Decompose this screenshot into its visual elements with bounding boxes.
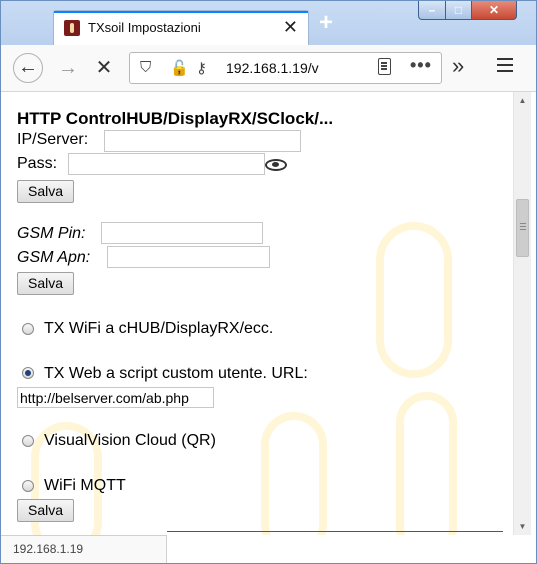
scroll-up-arrow-icon[interactable]: ▲	[514, 92, 531, 109]
ip-server-label: IP/Server:	[17, 131, 89, 148]
watermark-thermometer-icon	[376, 222, 452, 378]
radio-wifi-mqtt[interactable]	[22, 480, 34, 492]
option-label: TX WiFi a cHUB/DisplayRX/ecc.	[44, 320, 274, 337]
url-text[interactable]: 192.168.1.19/v	[226, 60, 319, 76]
page-actions-icon[interactable]: •••	[410, 55, 432, 76]
url-bar[interactable]: ⛉ 🔓 ⚷ 192.168.1.19/v •••	[129, 52, 442, 84]
key-icon[interactable]: ⚷	[196, 59, 207, 77]
radio-wifi-chub[interactable]	[22, 323, 34, 335]
navigation-toolbar: ← → ✕ ⛉ 🔓 ⚷ 192.168.1.19/v ••• »	[1, 45, 536, 92]
page-divider	[167, 531, 503, 532]
gsm-apn-label: GSM Apn:	[17, 249, 91, 266]
tab-close-icon[interactable]: ✕	[283, 17, 298, 37]
reader-view-icon[interactable]	[378, 58, 391, 75]
save-mode-button[interactable]: Salva	[17, 499, 75, 522]
close-window-button[interactable]: ✕	[471, 1, 517, 20]
pass-label: Pass:	[17, 155, 58, 172]
maximize-icon: □	[454, 3, 463, 17]
minimize-icon: –	[428, 3, 436, 17]
close-icon: ✕	[488, 3, 500, 17]
http-section-heading: HTTP ControlHUB/DisplayRX/SClock/...	[17, 109, 334, 128]
page-content: HTTP ControlHUB/DisplayRX/SClock/... IP/…	[1, 92, 513, 535]
back-button[interactable]: ←	[13, 53, 43, 83]
browser-window: TXsoil Impostazioni ✕ + – □ ✕ ← → ✕ ⛉ 🔓 …	[0, 0, 537, 564]
ip-server-input[interactable]	[104, 130, 301, 152]
maximize-button[interactable]: □	[445, 1, 472, 20]
watermark-thermometer-icon	[396, 392, 457, 535]
gsm-pin-label: GSM Pin:	[17, 225, 86, 242]
password-input[interactable]	[68, 153, 265, 175]
option-label: WiFi MQTT	[44, 477, 126, 494]
save-http-button[interactable]: Salva	[17, 180, 75, 203]
scrollbar-thumb[interactable]	[516, 199, 529, 257]
shield-icon[interactable]: ⛉	[140, 59, 151, 76]
gsm-pin-input[interactable]	[101, 222, 263, 244]
tab-accent-line	[54, 11, 308, 13]
insecure-lock-icon[interactable]: 🔓	[170, 59, 189, 77]
scroll-down-arrow-icon[interactable]: ▼	[514, 518, 531, 535]
thermometer-favicon-icon	[64, 20, 80, 36]
custom-url-input[interactable]	[17, 387, 214, 408]
save-gsm-button[interactable]: Salva	[17, 272, 75, 295]
gsm-apn-input[interactable]	[107, 246, 270, 268]
show-password-eye-icon[interactable]	[265, 159, 287, 171]
tab-active[interactable]: TXsoil Impostazioni ✕	[53, 10, 309, 45]
option-label: TX Web a script custom utente. URL:	[44, 365, 308, 382]
stop-loading-button[interactable]: ✕	[89, 53, 119, 83]
minimize-button[interactable]: –	[418, 1, 446, 20]
tab-title: TXsoil Impostazioni	[88, 20, 201, 35]
status-url: 192.168.1.19	[13, 542, 84, 556]
window-controls: – □ ✕	[418, 1, 530, 21]
radio-visualvision-cloud[interactable]	[22, 435, 34, 447]
status-bar: 192.168.1.19	[1, 535, 167, 563]
overflow-chevron-icon[interactable]: »	[452, 53, 464, 79]
radio-web-custom[interactable]	[22, 367, 34, 379]
watermark-thermometer-icon	[261, 412, 327, 535]
forward-button[interactable]: →	[53, 53, 83, 83]
hamburger-menu-icon[interactable]	[497, 54, 513, 76]
option-label: VisualVision Cloud (QR)	[44, 432, 216, 449]
vertical-scrollbar[interactable]: ▲ ▼	[513, 92, 531, 535]
new-tab-button[interactable]: +	[319, 11, 333, 35]
tab-strip: TXsoil Impostazioni ✕ + – □ ✕	[1, 1, 536, 45]
